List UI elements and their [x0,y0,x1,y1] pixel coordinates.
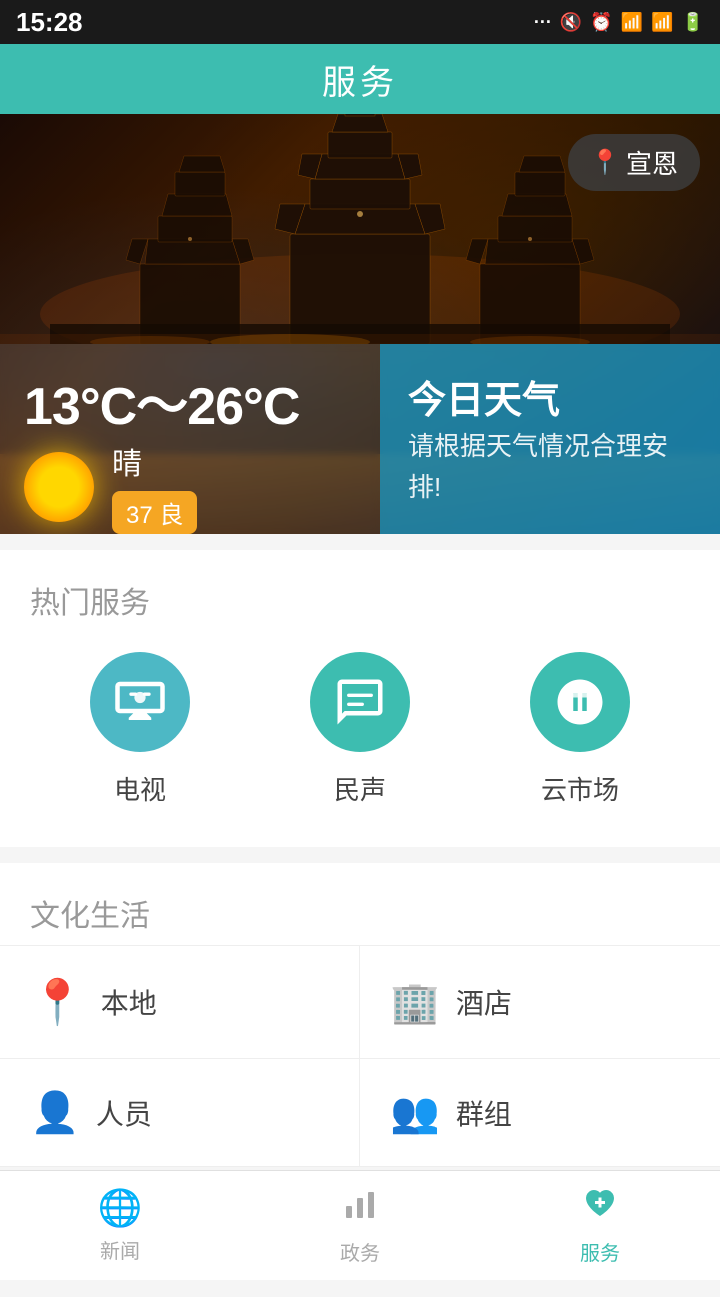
local-location-icon: 📍 [30,976,85,1028]
mute-icon: 🔇 [560,12,582,33]
tv-icon [113,675,167,729]
person-icon: 👤 [30,1089,80,1136]
cellular-icon: 📶 [651,12,673,33]
weather-condition-row: 晴 37 良 [24,439,356,534]
weather-condition: 晴 [112,439,197,483]
service-label-minsheng: 民声 [334,770,386,807]
services-grid: 电视 民声 云市场 [0,632,720,847]
nav-label-news: 新闻 [100,1235,140,1264]
market-icon-circle [530,652,630,752]
group-icon: 👥 [390,1089,440,1136]
weather-card: 13°C～26°C 晴 37 良 今日天气 请根据天气情况合理安排! [0,344,720,534]
location-name: 宣恩 [626,144,678,181]
app-header: 服务 [0,44,720,114]
culture-label-group: 群组 [456,1093,512,1133]
status-bar: 15:28 ··· 🔇 ⏰ 📶 📶 🔋 [0,0,720,44]
service-label-market: 云市场 [541,770,619,807]
chat-icon-circle [310,652,410,752]
culture-item-hotel[interactable]: 🏢 酒店 [360,946,720,1059]
time-display: 15:28 [16,7,83,38]
weather-description: 晴 37 良 [112,439,197,534]
nav-label-govt: 政务 [340,1237,380,1266]
service-item-market[interactable]: 云市场 [470,652,690,807]
govt-chart-icon [342,1186,378,1231]
weather-banner: 📍 宣恩 13°C～26°C 晴 37 良 今日天气 请根据天气情况合理安排! [0,114,720,534]
cultural-life-section: 文化生活 📍 本地 🏢 酒店 👤 人员 👥 群组 [0,863,720,1167]
culture-item-group[interactable]: 👥 群组 [360,1059,720,1167]
culture-item-local[interactable]: 📍 本地 [0,946,360,1059]
aqi-badge: 37 良 [112,491,197,534]
culture-label-person: 人员 [96,1093,152,1133]
sun-icon [24,452,94,522]
alarm-icon: ⏰ [590,12,612,33]
service-heart-icon [582,1186,618,1231]
hotel-building-icon: 🏢 [390,979,440,1026]
nav-label-service: 服务 [580,1237,620,1266]
news-globe-icon: 🌐 [98,1187,143,1229]
weather-advice: 请根据天气情况合理安排! [408,426,692,509]
battery-icon: 🔋 [682,12,704,33]
chat-icon [333,675,387,729]
culture-label-local: 本地 [101,982,157,1022]
culture-label-hotel: 酒店 [456,982,512,1022]
temperature-range: 13°C～26°C [24,364,356,439]
weather-right-panel: 今日天气 请根据天气情况合理安排! [380,344,720,534]
hot-services-section: 热门服务 电视 民声 [0,550,720,847]
nav-item-govt[interactable]: 政务 [240,1171,480,1280]
bottom-navigation: 🌐 新闻 政务 服务 [0,1170,720,1280]
service-label-tv: 电视 [114,770,166,807]
culture-grid: 📍 本地 🏢 酒店 👤 人员 👥 群组 [0,945,720,1167]
status-icons: ··· 🔇 ⏰ 📶 📶 🔋 [534,12,704,33]
market-icon [553,675,607,729]
weather-left-panel: 13°C～26°C 晴 37 良 [0,344,380,534]
cultural-life-header: 文化生活 [0,863,720,945]
wifi-icon: 📶 [621,12,643,33]
hot-services-header: 热门服务 [0,550,720,632]
location-pin-icon: 📍 [590,148,620,177]
service-item-minsheng[interactable]: 民声 [250,652,470,807]
location-badge[interactable]: 📍 宣恩 [568,134,700,191]
today-weather-title: 今日天气 [408,369,692,424]
service-item-tv[interactable]: 电视 [30,652,250,807]
signal-dots-icon: ··· [534,12,552,33]
page-title: 服务 [322,55,398,104]
nav-item-news[interactable]: 🌐 新闻 [0,1171,240,1280]
nav-item-service[interactable]: 服务 [480,1171,720,1280]
culture-item-person[interactable]: 👤 人员 [0,1059,360,1167]
tv-icon-circle [90,652,190,752]
